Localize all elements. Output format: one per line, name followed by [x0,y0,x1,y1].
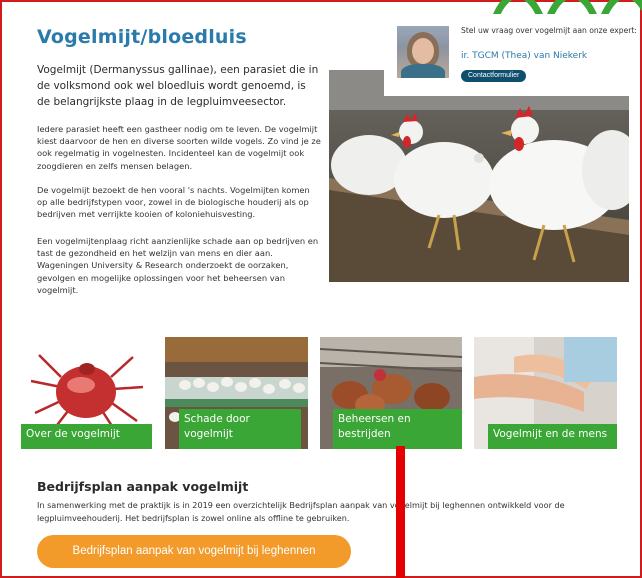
tile-label: Schade door vogelmijt [179,409,301,449]
expert-question: Stel uw vraag over vogelmijt aan onze ex… [461,26,637,35]
tile-label: Vogelmijt en de mens [488,424,617,449]
expert-box: Stel uw vraag over vogelmijt aan onze ex… [384,14,640,96]
hens-hero-image [329,70,629,282]
tile-label: Over de vogelmijt [21,424,152,449]
intro-lead: Vogelmijt (Dermanyssus gallinae), een pa… [37,64,319,108]
tile-label: Beheersen en bestrijden [333,409,462,449]
body-paragraph: De vogelmijt bezoekt de hen vooral 's na… [37,185,310,220]
red-annotation-marker [396,446,405,578]
section-text: In samenwerking met de praktijk is in 20… [37,500,565,523]
expert-photo [397,26,449,78]
contact-form-button[interactable]: Contactformulier [461,70,527,82]
body-paragraph: Een vogelmijtenplaag richt aanzienlijke … [37,236,319,295]
tile-over-de-vogelmijt[interactable]: Over de vogelmijt [21,337,152,449]
expert-name-link[interactable]: ir. TGCM (Thea) van Niekerk [461,51,587,61]
section-title: Bedrijfsplan aanpak vogelmijt [37,479,249,494]
tile-beheersen-en-bestrijden[interactable]: Beheersen en bestrijden [320,337,462,449]
tile-vogelmijt-en-de-mens[interactable]: Vogelmijt en de mens [474,337,617,449]
page-title: Vogelmijt/bloedluis [37,26,247,48]
bedrijfsplan-button[interactable]: Bedrijfsplan aanpak van vogelmijt bij le… [37,535,351,568]
tile-schade-door-vogelmijt[interactable]: Schade door vogelmijt [165,337,308,449]
body-paragraph: Iedere parasiet heeft een gastheer nodig… [37,124,321,171]
